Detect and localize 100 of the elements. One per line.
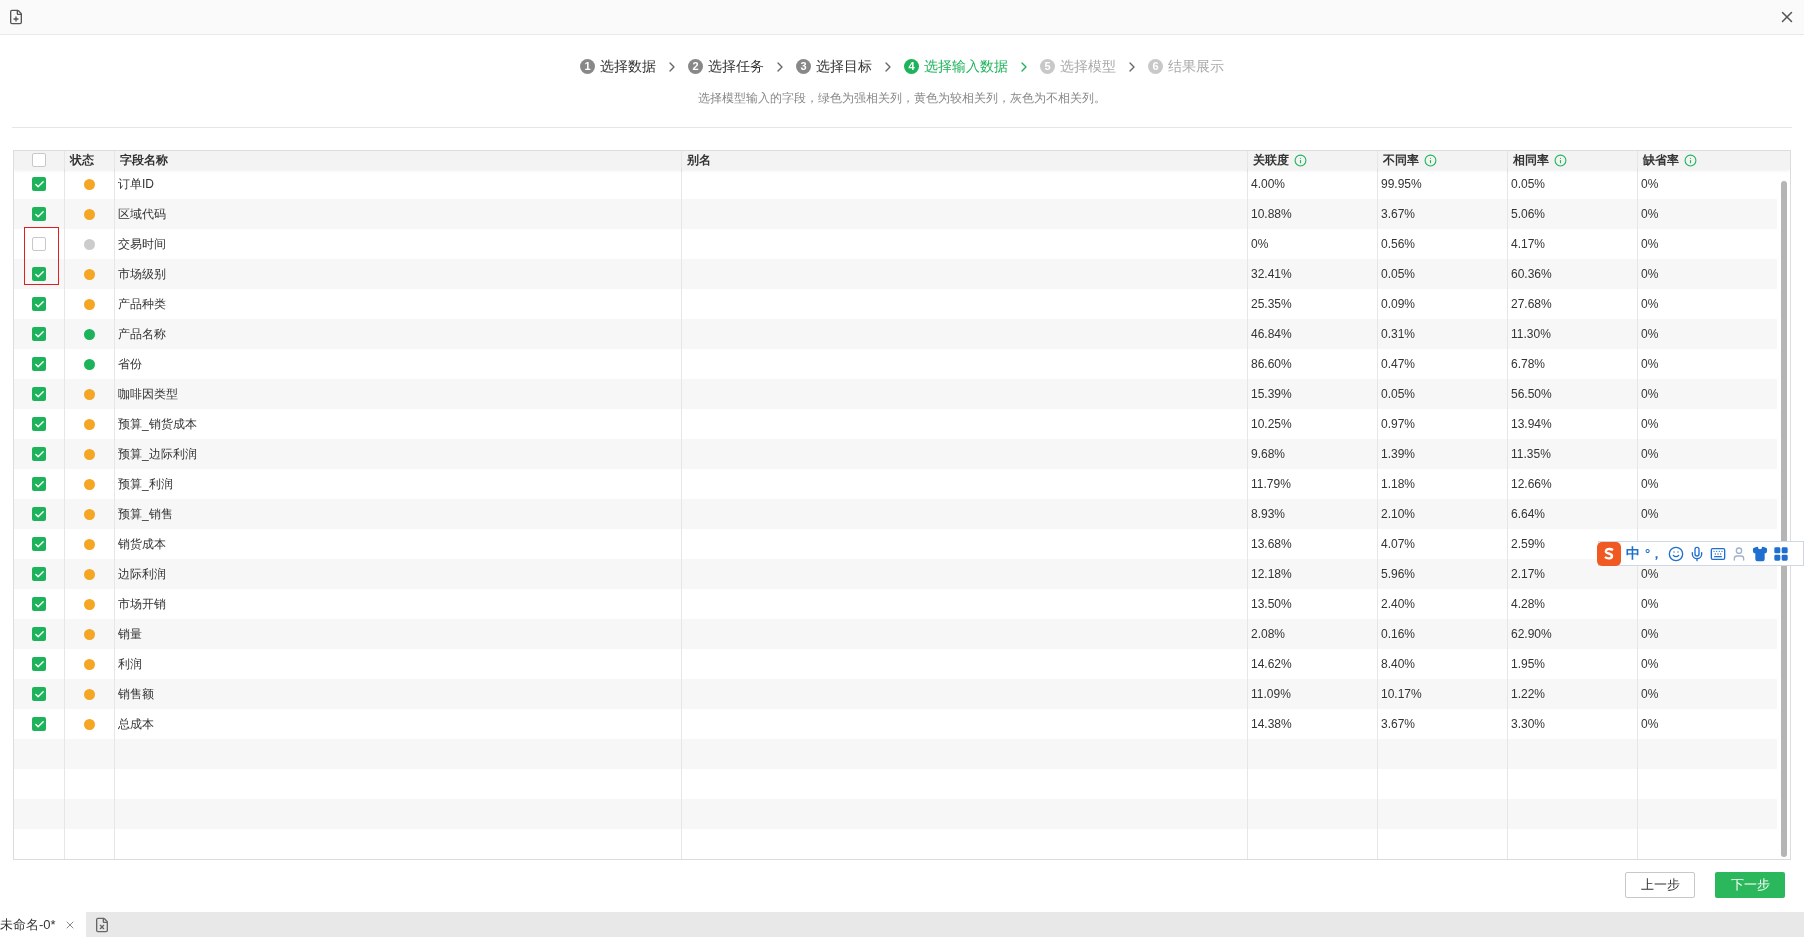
percentage-value: 6.78%	[1511, 356, 1546, 373]
percentage-value: 2.10%	[1381, 506, 1416, 523]
percentage-value: 0%	[1641, 566, 1659, 583]
percentage-value: 2.40%	[1381, 596, 1416, 613]
wizard-step: 1 选择数据	[580, 56, 656, 77]
field-name: 预算_销售	[118, 506, 173, 523]
percentage-value: 1.39%	[1381, 446, 1416, 463]
percentage-value: 0%	[1641, 716, 1659, 733]
column-header: 相同率	[1513, 152, 1549, 169]
percentage-value: 0%	[1641, 176, 1659, 193]
percentage-value: 0%	[1641, 206, 1659, 223]
percentage-value: 10.25%	[1251, 416, 1292, 433]
hint-text: 选择模型输入的字段，绿色为强相关列，黄色为较相关列，灰色为不相关列。	[698, 90, 1106, 107]
percentage-value: 32.41%	[1251, 266, 1292, 283]
percentage-value: 1.95%	[1511, 656, 1546, 673]
percentage-value: 25.35%	[1251, 296, 1292, 313]
percentage-value: 8.40%	[1381, 656, 1416, 673]
field-name: 预算_边际利润	[118, 446, 197, 463]
percentage-value: 2.17%	[1511, 566, 1546, 583]
percentage-value: 5.96%	[1381, 566, 1416, 583]
input-mode-toggle[interactable]: 中	[1626, 543, 1640, 564]
percentage-value: 0%	[1251, 236, 1269, 253]
percentage-value: 4.28%	[1511, 596, 1546, 613]
percentage-value: 0%	[1641, 476, 1659, 493]
percentage-value: 6.64%	[1511, 506, 1546, 523]
percentage-value: 2.59%	[1511, 536, 1546, 553]
field-name: 咖啡因类型	[118, 386, 178, 403]
percentage-value: 0.05%	[1381, 266, 1416, 283]
field-name: 销售额	[118, 686, 154, 703]
percentage-value: 56.50%	[1511, 386, 1552, 403]
percentage-value: 14.62%	[1251, 656, 1292, 673]
field-name: 总成本	[118, 716, 154, 733]
percentage-value: 13.68%	[1251, 536, 1292, 553]
percentage-value: 0%	[1641, 686, 1659, 703]
percentage-value: 0.56%	[1381, 236, 1416, 253]
percentage-value: 27.68%	[1511, 296, 1552, 313]
percentage-value: 3.30%	[1511, 716, 1546, 733]
field-name: 省份	[118, 356, 142, 373]
wizard-step: 3 选择目标	[796, 56, 872, 77]
percentage-value: 12.18%	[1251, 566, 1292, 583]
percentage-value: 1.22%	[1511, 686, 1546, 703]
percentage-value: 11.79%	[1251, 476, 1291, 493]
field-name: 预算_销货成本	[118, 416, 197, 433]
field-name: 区域代码	[118, 206, 166, 223]
field-name: 边际利润	[118, 566, 166, 583]
percentage-value: 3.67%	[1381, 716, 1416, 733]
percentage-value: 3.67%	[1381, 206, 1416, 223]
column-header: 不同率	[1383, 152, 1419, 169]
percentage-value: 10.88%	[1251, 206, 1292, 223]
percentage-value: 0%	[1641, 446, 1659, 463]
percentage-value: 86.60%	[1251, 356, 1292, 373]
field-name: 销货成本	[118, 536, 166, 553]
column-header: 状态	[70, 152, 94, 169]
percentage-value: 4.17%	[1511, 236, 1546, 253]
percentage-value: 13.94%	[1511, 416, 1552, 433]
percentage-value: 5.06%	[1511, 206, 1546, 223]
column-header: 缺省率	[1643, 152, 1679, 169]
column-header: 别名	[687, 152, 711, 169]
percentage-value: 9.68%	[1251, 446, 1286, 463]
percentage-value: 0.47%	[1381, 356, 1416, 373]
field-name: 交易时间	[118, 236, 166, 253]
field-name: 销量	[118, 626, 142, 643]
field-name: 市场开销	[118, 596, 166, 613]
field-name: 产品种类	[118, 296, 166, 313]
wizard-step: 4 选择输入数据	[904, 56, 1008, 77]
percentage-value: 0%	[1641, 326, 1659, 343]
percentage-value: 0.05%	[1511, 176, 1546, 193]
percentage-value: 4.00%	[1251, 176, 1286, 193]
column-header: 字段名称	[120, 152, 168, 169]
percentage-value: 0%	[1641, 596, 1659, 613]
field-name: 预算_利润	[118, 476, 173, 493]
percentage-value: 4.07%	[1381, 536, 1416, 553]
percentage-value: 60.36%	[1511, 266, 1552, 283]
field-name: 市场级别	[118, 266, 166, 283]
percentage-value: 0%	[1641, 506, 1659, 523]
percentage-value: 46.84%	[1251, 326, 1292, 343]
punctuation-toggle[interactable]: °，	[1645, 543, 1664, 564]
percentage-value: 11.35%	[1511, 446, 1551, 463]
percentage-value: 0%	[1641, 296, 1659, 313]
percentage-value: 0.16%	[1381, 626, 1416, 643]
percentage-value: 99.95%	[1381, 176, 1422, 193]
field-name: 产品名称	[118, 326, 166, 343]
previous-step-button[interactable]: 上一步	[1625, 872, 1695, 898]
percentage-value: 0%	[1641, 266, 1659, 283]
field-name: 订单ID	[118, 176, 154, 193]
percentage-value: 62.90%	[1511, 626, 1552, 643]
percentage-value: 0.05%	[1381, 386, 1416, 403]
percentage-value: 2.08%	[1251, 626, 1286, 643]
percentage-value: 1.18%	[1381, 476, 1416, 493]
percentage-value: 0.09%	[1381, 296, 1416, 313]
percentage-value: 0%	[1641, 236, 1659, 253]
percentage-value: 0%	[1641, 386, 1659, 403]
percentage-value: 11.09%	[1251, 686, 1291, 703]
wizard-step: 2 选择任务	[688, 56, 764, 77]
percentage-value: 12.66%	[1511, 476, 1552, 493]
percentage-value: 0%	[1641, 356, 1659, 373]
column-header: 关联度	[1253, 152, 1289, 169]
document-tab[interactable]: 未命名-0*	[0, 912, 86, 937]
percentage-value: 13.50%	[1251, 596, 1292, 613]
percentage-value: 14.38%	[1251, 716, 1292, 733]
